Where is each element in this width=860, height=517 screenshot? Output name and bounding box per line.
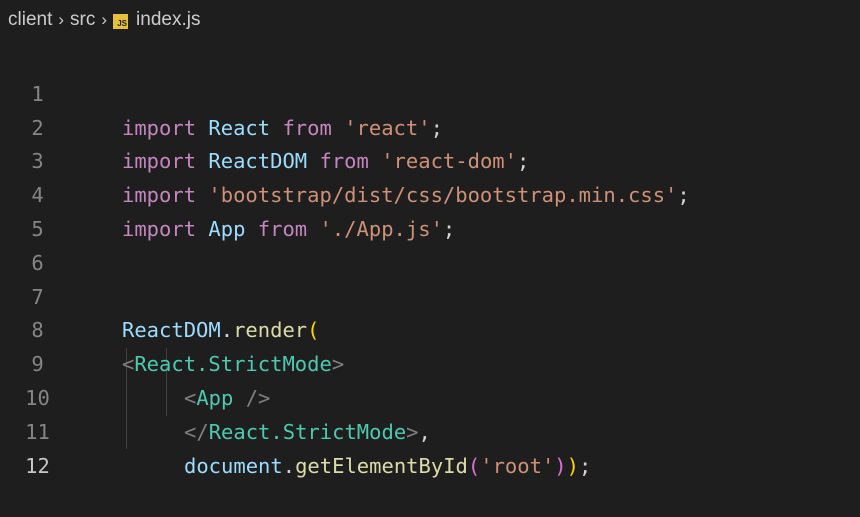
bracket: ) bbox=[554, 453, 567, 478]
identifier: document bbox=[184, 453, 283, 478]
code-line: 8 <React.StrictMode> bbox=[0, 281, 860, 376]
code-area[interactable]: 1 import React from 'react'; 2 import Re… bbox=[0, 44, 860, 478]
code-line: 6 bbox=[0, 213, 860, 275]
code-line: 9 <App /> bbox=[0, 314, 860, 410]
line-content: document.getElementById('root')); bbox=[184, 450, 591, 484]
breadcrumb-file[interactable]: index.js bbox=[136, 9, 200, 31]
breadcrumb-client[interactable]: client bbox=[8, 9, 52, 31]
code-line: 5 bbox=[0, 179, 860, 241]
code-line: 11 document.getElementById('root')); bbox=[0, 382, 860, 478]
chevron-right-icon: › bbox=[101, 10, 108, 29]
code-line: 1 import React from 'react'; bbox=[0, 44, 860, 140]
code-line: 10 </React.StrictMode>, bbox=[0, 348, 860, 444]
semicolon: ; bbox=[578, 453, 592, 478]
breadcrumb-src[interactable]: src bbox=[70, 9, 95, 31]
javascript-file-icon: JS bbox=[113, 13, 129, 29]
chevron-right-icon: › bbox=[58, 10, 65, 29]
code-line: 4 import App from './App.js'; bbox=[0, 145, 860, 241]
dot: . bbox=[282, 453, 296, 478]
string-literal: 'root' bbox=[480, 453, 555, 478]
code-line: 2 import ReactDOM from 'react-dom'; bbox=[0, 78, 860, 174]
function-name: getElementById bbox=[295, 453, 468, 478]
code-line: 7 ReactDOM.render( bbox=[0, 247, 860, 343]
breadcrumb: client › src › JS index.js bbox=[8, 6, 200, 34]
code-line: 3 import 'bootstrap/dist/css/bootstrap.m… bbox=[0, 112, 860, 207]
code-editor[interactable]: client › src › JS index.js 1 import Reac… bbox=[0, 0, 860, 499]
code-line: 12 bbox=[0, 416, 860, 478]
bracket: ) bbox=[566, 453, 579, 478]
line-number: 12 bbox=[25, 453, 50, 478]
bracket: ( bbox=[467, 453, 481, 478]
